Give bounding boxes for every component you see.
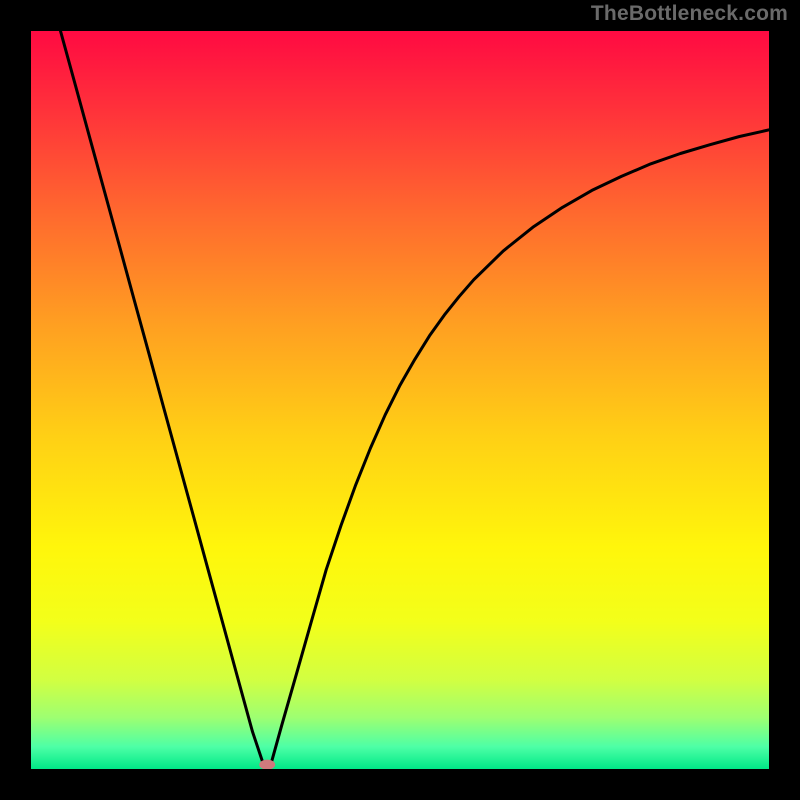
chart-plot [31,31,769,769]
bottleneck-curve [61,31,770,765]
chart-frame [31,31,769,769]
watermark-text: TheBottleneck.com [591,2,788,26]
